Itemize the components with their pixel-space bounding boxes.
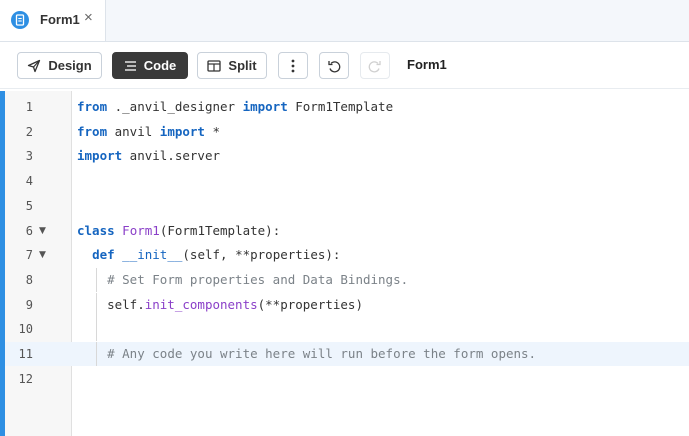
code-token: Form1 — [122, 222, 160, 238]
code-line[interactable]: 5 — [0, 194, 689, 218]
code-line[interactable]: 7 ▼ def __init__(self, **properties): — [0, 243, 689, 267]
code-token: anvil — [107, 123, 160, 139]
line-number: 10 — [18, 322, 33, 337]
code-line[interactable]: 12 — [0, 367, 689, 391]
line-number: 7 — [25, 248, 33, 263]
code-line[interactable]: 3 import anvil.server — [0, 144, 689, 168]
design-button[interactable]: Design — [17, 52, 102, 79]
code-token: (Form1Template): — [159, 222, 281, 238]
split-button[interactable]: Split — [197, 52, 267, 79]
paper-plane-icon — [28, 59, 41, 72]
editor-toolbar: Design Code Split Form1 — [0, 42, 689, 89]
split-view-icon — [207, 59, 222, 72]
line-number: 11 — [18, 347, 33, 361]
code-token: Form1Template — [287, 99, 394, 114]
indent-guide — [96, 317, 97, 342]
form-title: Form1 — [407, 57, 447, 72]
tab-label: Form1 — [40, 12, 80, 27]
tab-bar: Form1 × — [0, 0, 689, 42]
more-options-button[interactable] — [278, 52, 308, 79]
code-text: from ._anvil_designer import Form1Templa… — [77, 99, 393, 114]
code-token: def — [92, 247, 115, 263]
tab-form1[interactable]: Form1 × — [0, 0, 106, 41]
line-number: 1 — [25, 100, 33, 114]
fold-toggle-icon[interactable]: ▼ — [39, 226, 46, 236]
code-token: import — [77, 148, 123, 164]
code-lines-icon — [124, 60, 136, 71]
code-token: import — [159, 123, 205, 139]
code-token: # Any code you write here will run befor… — [107, 346, 537, 361]
code-line[interactable]: 1 from ._anvil_designer import Form1Templ… — [0, 95, 689, 119]
code-button[interactable]: Code — [112, 52, 188, 79]
line-number: 4 — [25, 174, 33, 189]
line-number: 12 — [18, 371, 33, 386]
line-number: 5 — [25, 198, 33, 213]
code-line[interactable]: 2 from anvil import * — [0, 120, 689, 144]
fold-toggle-icon[interactable]: ▼ — [39, 250, 46, 260]
code-token: # Set Form properties and Data Bindings. — [107, 271, 409, 287]
code-label: Code — [143, 58, 177, 73]
code-text: from anvil import * — [77, 124, 220, 139]
code-token: ._anvil_designer — [107, 99, 243, 114]
redo-icon — [368, 60, 381, 72]
code-line[interactable]: 11 # Any code you write here will run be… — [0, 342, 689, 366]
code-line[interactable]: 6 ▼ class Form1(Form1Template): — [0, 219, 689, 243]
line-number: 6 — [25, 223, 33, 238]
line-number: 2 — [25, 124, 33, 139]
more-vertical-icon — [291, 59, 295, 72]
line-number: 8 — [25, 272, 33, 287]
code-line[interactable]: 8 # Set Form properties and Data Binding… — [0, 267, 689, 292]
undo-icon — [328, 60, 341, 72]
code-token: from — [77, 123, 108, 139]
code-editor[interactable]: 1 from ._anvil_designer import Form1Templ… — [0, 91, 689, 436]
redo-button[interactable] — [360, 52, 390, 79]
code-line[interactable]: 9 self.init_components(**properties) — [0, 292, 689, 317]
code-token: (**properties) — [257, 296, 363, 312]
code-text: def __init__(self, **properties): — [77, 247, 340, 262]
code-text: import anvil.server — [77, 148, 220, 163]
code-token: from — [77, 99, 108, 114]
code-text: self.init_components(**properties) — [77, 297, 363, 312]
code-token: __init__ — [122, 247, 183, 263]
code-text: class Form1(Form1Template): — [77, 223, 280, 238]
code-token: * — [204, 123, 221, 139]
code-token: init_components — [144, 296, 258, 312]
code-text: # Any code you write here will run befor… — [77, 346, 536, 361]
editor-focus-bar — [0, 91, 5, 436]
undo-button[interactable] — [319, 52, 349, 79]
code-token: class — [77, 222, 115, 238]
code-token: (self, **properties): — [182, 247, 341, 263]
line-number: 9 — [25, 297, 33, 312]
code-token: self. — [77, 296, 145, 312]
form-file-icon — [11, 11, 29, 29]
close-icon[interactable]: × — [84, 9, 93, 26]
line-number: 3 — [25, 149, 33, 164]
code-token: import — [242, 99, 288, 114]
code-line[interactable]: 10 — [0, 317, 689, 342]
design-label: Design — [48, 58, 92, 73]
code-text: # Set Form properties and Data Bindings. — [77, 272, 408, 287]
code-token: anvil.server — [122, 148, 220, 164]
code-line[interactable]: 4 — [0, 169, 689, 193]
split-label: Split — [228, 58, 257, 73]
